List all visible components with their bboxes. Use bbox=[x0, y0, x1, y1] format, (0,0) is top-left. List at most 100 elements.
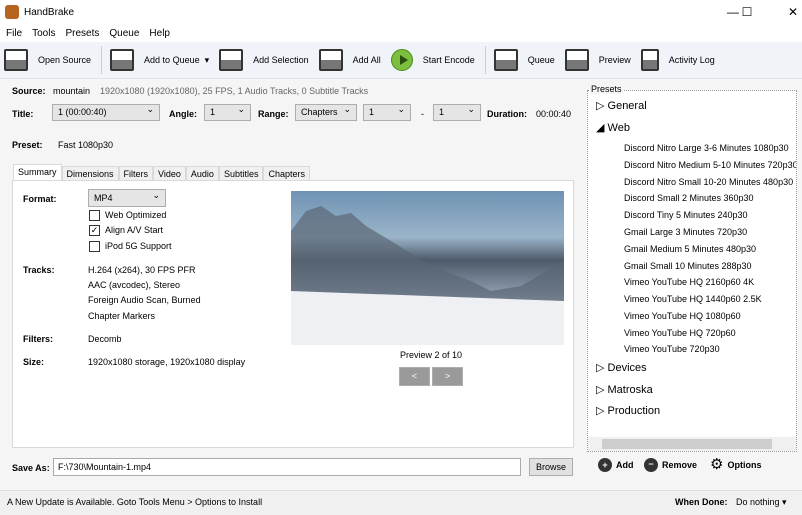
title-bar: HandBrake — ☐ ✕ bbox=[0, 0, 802, 25]
preview-prev-button[interactable]: < bbox=[399, 367, 430, 386]
preset-group-web[interactable]: ◢ Web bbox=[596, 121, 630, 134]
size-value: 1920x1080 storage, 1920x1080 display bbox=[88, 357, 246, 367]
source-name: mountain bbox=[53, 86, 91, 96]
format-select[interactable]: MP4 bbox=[88, 187, 166, 207]
add-selection-button[interactable]: Add Selection bbox=[219, 49, 309, 71]
preset-options-button[interactable]: ⚙ Options bbox=[710, 457, 761, 472]
tab-filters[interactable]: Filters bbox=[118, 166, 154, 180]
range-label: Range: bbox=[258, 109, 289, 119]
open-source-label: Open Source bbox=[38, 55, 92, 65]
remove-preset-button[interactable]: − Remove bbox=[644, 458, 697, 472]
save-as-label: Save As: bbox=[12, 463, 50, 473]
open-source-button[interactable]: Open Source bbox=[4, 49, 91, 71]
add-all-button[interactable]: Add All bbox=[318, 49, 381, 71]
tab-dimensions[interactable]: Dimensions bbox=[61, 166, 119, 180]
maximize-button[interactable]: ☐ bbox=[724, 0, 770, 25]
queue-label: Queue bbox=[527, 55, 555, 65]
preset-item[interactable]: Vimeo YouTube 720p30 bbox=[624, 344, 720, 354]
preset-item[interactable]: Gmail Large 3 Minutes 720p30 bbox=[624, 227, 747, 237]
preview-label: Preview bbox=[598, 55, 631, 65]
separator bbox=[484, 46, 486, 74]
horizontal-scrollbar[interactable] bbox=[588, 437, 796, 451]
preset-item[interactable]: Discord Nitro Large 3-6 Minutes 1080p30 bbox=[624, 143, 789, 153]
web-optimized-label: Web Optimized bbox=[105, 210, 167, 220]
track-audio: AAC (avcodec), Stereo bbox=[88, 280, 181, 290]
track-subtitle: Foreign Audio Scan, Burned bbox=[88, 295, 201, 305]
group-label: General bbox=[607, 100, 647, 112]
plus-icon: + bbox=[598, 458, 612, 472]
menu-file[interactable]: File bbox=[6, 28, 22, 39]
toolbar: Open Source Add to Queue ▾ Add Selection … bbox=[0, 42, 802, 79]
web-optimized-checkbox[interactable] bbox=[89, 210, 100, 221]
queue-icon bbox=[493, 49, 518, 71]
window-title: HandBrake bbox=[24, 7, 75, 18]
preset-item[interactable]: Vimeo YouTube HQ 1440p60 2.5K bbox=[624, 294, 762, 304]
preset-item[interactable]: Discord Nitro Small 10-20 Minutes 480p30 bbox=[624, 177, 793, 187]
tab-chapters[interactable]: Chapters bbox=[263, 166, 310, 180]
preset-item[interactable]: Gmail Medium 5 Minutes 480p30 bbox=[624, 244, 756, 254]
add-to-queue-label: Add to Queue bbox=[144, 55, 200, 65]
range-start-select[interactable]: 1 bbox=[363, 102, 411, 121]
preset-group-matroska[interactable]: ▷ Matroska bbox=[596, 383, 653, 396]
close-button[interactable]: ✕ bbox=[770, 0, 802, 25]
title-select[interactable]: 1 (00:00:40) bbox=[52, 102, 160, 121]
handbrake-logo-icon bbox=[5, 5, 19, 19]
start-encode-button[interactable]: Start Encode bbox=[390, 49, 475, 71]
menu-help[interactable]: Help bbox=[149, 28, 170, 39]
preset-group-devices[interactable]: ▷ Devices bbox=[596, 361, 647, 374]
presets-tree: ▷ General ◢ Web Discord Nitro Large 3-6 … bbox=[587, 90, 797, 452]
range-type-select[interactable]: Chapters bbox=[295, 102, 357, 121]
title-label: Title: bbox=[12, 109, 34, 119]
preset-group-production[interactable]: ▷ Production bbox=[596, 404, 660, 417]
ipod-label: iPod 5G Support bbox=[105, 241, 172, 251]
queue-button[interactable]: Queue bbox=[493, 49, 555, 71]
range-end-select[interactable]: 1 bbox=[433, 102, 481, 121]
tab-summary[interactable]: Summary bbox=[13, 164, 62, 180]
source-info: 1920x1080 (1920x1080), 25 FPS, 1 Audio T… bbox=[100, 86, 369, 96]
menu-tools[interactable]: Tools bbox=[32, 28, 55, 39]
menu-presets[interactable]: Presets bbox=[65, 28, 99, 39]
activity-log-button[interactable]: Activity Log bbox=[640, 49, 715, 71]
track-video: H.264 (x264), 30 FPS PFR bbox=[88, 265, 196, 275]
group-label: Matroska bbox=[607, 384, 653, 396]
preset-item[interactable]: Discord Small 2 Minutes 360p30 bbox=[624, 193, 754, 203]
preview-button[interactable]: Preview bbox=[564, 49, 631, 71]
size-label: Size: bbox=[23, 357, 45, 367]
angle-label: Angle: bbox=[169, 109, 197, 119]
gear-icon: ⚙ bbox=[710, 456, 724, 473]
log-icon bbox=[640, 49, 659, 71]
add-to-queue-button[interactable]: Add to Queue ▾ bbox=[110, 49, 209, 71]
format-label: Format: bbox=[23, 194, 57, 204]
add-image-icon bbox=[110, 49, 135, 71]
preset-item[interactable]: Vimeo YouTube HQ 1080p60 bbox=[624, 311, 741, 321]
preview-icon bbox=[564, 49, 589, 71]
align-av-checkbox[interactable]: ✓ bbox=[89, 225, 100, 236]
preset-item[interactable]: Gmail Small 10 Minutes 288p30 bbox=[624, 261, 752, 271]
add-selection-label: Add Selection bbox=[253, 55, 309, 65]
when-done-select[interactable]: Do nothing ▾ bbox=[736, 497, 787, 508]
ipod-checkbox[interactable] bbox=[89, 241, 100, 252]
preset-group-general[interactable]: ▷ General bbox=[596, 99, 647, 112]
tab-subtitles[interactable]: Subtitles bbox=[218, 166, 264, 180]
angle-select[interactable]: 1 bbox=[204, 102, 251, 121]
separator bbox=[101, 46, 103, 74]
preset-item[interactable]: Discord Nitro Medium 5-10 Minutes 720p30 bbox=[624, 160, 796, 170]
save-as-input[interactable]: F:\730\Mountain-1.mp4 bbox=[53, 458, 521, 476]
update-message[interactable]: A New Update is Available. Goto Tools Me… bbox=[7, 497, 262, 507]
preset-value: Fast 1080p30 bbox=[58, 140, 114, 150]
film-icon bbox=[4, 49, 28, 71]
tab-audio[interactable]: Audio bbox=[185, 166, 219, 180]
preview-next-button[interactable]: > bbox=[432, 367, 463, 386]
menu-queue[interactable]: Queue bbox=[109, 28, 139, 39]
tab-video[interactable]: Video bbox=[153, 166, 186, 180]
add-preset-button[interactable]: + Add bbox=[598, 458, 634, 472]
preset-item[interactable]: Discord Tiny 5 Minutes 240p30 bbox=[624, 210, 748, 220]
scrollbar-thumb[interactable] bbox=[602, 439, 772, 449]
browse-button[interactable]: Browse bbox=[529, 458, 573, 476]
preset-item[interactable]: Vimeo YouTube HQ 720p60 bbox=[624, 328, 736, 338]
status-bar: A New Update is Available. Goto Tools Me… bbox=[0, 490, 802, 515]
preset-item[interactable]: Vimeo YouTube HQ 2160p60 4K bbox=[624, 277, 754, 287]
dropdown-arrow-icon[interactable]: ▾ bbox=[205, 55, 210, 66]
menu-bar: File Tools Presets Queue Help bbox=[0, 25, 802, 42]
add-image-icon bbox=[219, 49, 244, 71]
